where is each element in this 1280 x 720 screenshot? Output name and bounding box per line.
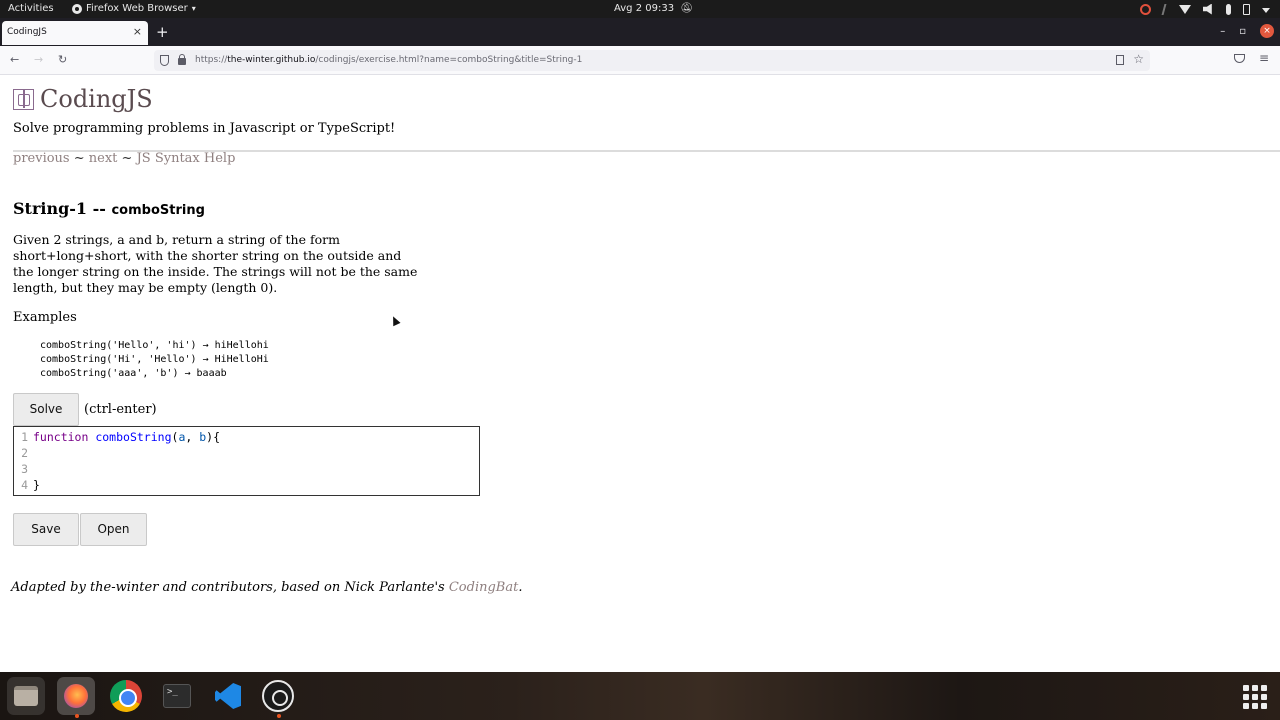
nav-separator: ~ xyxy=(69,151,89,166)
footer-text: Adapted by the-winter and contributors, … xyxy=(11,580,449,595)
code-punct: , xyxy=(185,430,200,444)
close-window-icon[interactable]: × xyxy=(1260,24,1274,38)
code-line[interactable]: 2 xyxy=(14,445,33,461)
tab-strip: CodingJS × + – ▫ × xyxy=(0,18,1280,46)
save-button[interactable]: Save xyxy=(13,513,79,546)
activities-button[interactable]: Activities xyxy=(8,3,54,14)
running-indicator xyxy=(75,714,79,718)
code-line[interactable]: 3 xyxy=(14,461,33,477)
code-keyword: function xyxy=(33,430,89,444)
site-title: CodingJS xyxy=(40,85,153,113)
example-line: comboString('Hello', 'hi') → hiHellohi xyxy=(40,340,269,351)
line-number: 3 xyxy=(21,462,28,476)
firefox-icon[interactable] xyxy=(57,677,95,718)
chevron-down-icon: ▾ xyxy=(191,4,196,13)
line-number: 2 xyxy=(21,446,28,460)
vscode-icon[interactable] xyxy=(209,677,247,715)
url-text[interactable]: https://the-winter.github.io/codingjs/ex… xyxy=(195,55,582,65)
running-indicator xyxy=(277,714,281,718)
clock[interactable]: Avg 2 09:33 🔕︎ xyxy=(614,3,693,14)
wifi-icon[interactable] xyxy=(1179,4,1191,14)
previous-link[interactable]: previous xyxy=(13,151,70,166)
microphone-icon[interactable] xyxy=(1226,3,1231,15)
reader-view-icon[interactable] xyxy=(1116,55,1124,65)
tab-title: CodingJS xyxy=(7,27,47,37)
codingbat-link[interactable]: CodingBat xyxy=(449,580,518,595)
example-line: comboString('Hi', 'Hello') → HiHelloHi xyxy=(40,354,269,365)
code-punct: } xyxy=(33,478,40,492)
example-line: comboString('aaa', 'b') → baaab xyxy=(40,368,227,379)
maximize-icon[interactable]: ▫ xyxy=(1239,26,1246,37)
nav-separator: ~ xyxy=(117,151,137,166)
app-menu[interactable]: Firefox Web Browser ▾ xyxy=(72,3,196,14)
files-icon[interactable] xyxy=(7,677,45,715)
forward-icon[interactable]: → xyxy=(34,53,43,66)
window-controls: – ▫ × xyxy=(1220,24,1274,38)
pocket-icon[interactable] xyxy=(1234,54,1245,63)
exercise-nav: previous ~ next ~ JS Syntax Help xyxy=(13,151,235,166)
close-tab-icon[interactable]: × xyxy=(133,25,142,38)
minimize-icon[interactable]: – xyxy=(1220,26,1225,37)
exercise-category: String-1 -- xyxy=(13,199,112,218)
footer-credits: Adapted by the-winter and contributors, … xyxy=(11,580,522,595)
connection-icon[interactable] xyxy=(1140,3,1151,15)
next-link[interactable]: next xyxy=(89,151,118,166)
examples-list: comboString('Hello', 'hi') → hiHellohi c… xyxy=(40,339,269,381)
back-icon[interactable]: ← xyxy=(10,53,19,66)
page-content: CodingJS Solve programming problems in J… xyxy=(0,75,1280,672)
code-editor[interactable]: 1 function comboString(a, b){ 2 3 4} xyxy=(13,426,480,496)
notifications-muted-icon: 🔕︎ xyxy=(680,3,693,14)
navigation-toolbar: ← → ↻ https://the-winter.github.io/codin… xyxy=(0,46,1280,75)
clock-label: Avg 2 09:33 xyxy=(614,3,675,14)
url-scheme: https:// xyxy=(195,55,228,65)
solve-shortcut-hint: (ctrl-enter) xyxy=(84,402,157,417)
bluetooth-icon[interactable] xyxy=(1161,3,1169,15)
line-number: 4 xyxy=(21,478,28,492)
system-tray[interactable] xyxy=(1140,1,1270,17)
terminal-icon[interactable]: >_ xyxy=(158,677,196,715)
syntax-help-link[interactable]: JS Syntax Help xyxy=(137,151,236,166)
show-applications-icon[interactable] xyxy=(1243,685,1267,709)
code-line[interactable]: 4} xyxy=(14,477,40,493)
firefox-mini-icon xyxy=(72,3,82,14)
app-menu-label: Firefox Web Browser xyxy=(86,3,188,14)
footer-end: . xyxy=(518,580,523,595)
code-punct: ){ xyxy=(206,430,221,444)
site-header: CodingJS xyxy=(13,85,153,113)
battery-icon[interactable] xyxy=(1243,3,1250,15)
reload-icon[interactable]: ↻ xyxy=(58,53,67,66)
url-path: /codingjs/exercise.html?name=comboString… xyxy=(315,55,583,65)
code-function-name: comboString xyxy=(95,430,172,444)
tracking-protection-icon[interactable] xyxy=(160,55,169,66)
lock-icon[interactable] xyxy=(178,54,186,65)
new-tab-button[interactable]: + xyxy=(156,23,169,41)
line-number: 1 xyxy=(21,430,28,444)
solve-button[interactable]: Solve xyxy=(13,393,79,426)
chrome-icon[interactable] xyxy=(107,677,145,715)
obs-icon[interactable] xyxy=(259,677,297,718)
terminal-glyph: >_ xyxy=(163,684,191,708)
code-line[interactable]: 1 function comboString(a, b){ xyxy=(14,429,220,445)
bookmark-star-icon[interactable]: ☆ xyxy=(1133,52,1144,66)
dock: >_ xyxy=(0,672,1280,720)
hamburger-menu-icon[interactable]: ≡ xyxy=(1259,51,1269,65)
exercise-title: String-1 -- comboString xyxy=(13,199,205,218)
system-menu-chevron-icon[interactable] xyxy=(1262,8,1270,13)
tagline: Solve programming problems in Javascript… xyxy=(13,121,396,136)
volume-icon[interactable] xyxy=(1203,3,1212,15)
url-bar[interactable]: https://the-winter.github.io/codingjs/ex… xyxy=(154,50,1150,71)
puzzle-logo-icon xyxy=(13,88,34,110)
url-host: the-winter.github.io xyxy=(227,55,316,65)
examples-heading: Examples xyxy=(13,310,77,325)
tab-codingjs[interactable]: CodingJS × xyxy=(2,21,148,45)
exercise-description: Given 2 strings, a and b, return a strin… xyxy=(13,232,418,295)
system-top-bar: Activities Firefox Web Browser ▾ Avg 2 0… xyxy=(0,0,1280,18)
exercise-name: comboString xyxy=(111,203,205,218)
mouse-pointer-icon xyxy=(389,314,401,327)
open-button[interactable]: Open xyxy=(80,513,147,546)
